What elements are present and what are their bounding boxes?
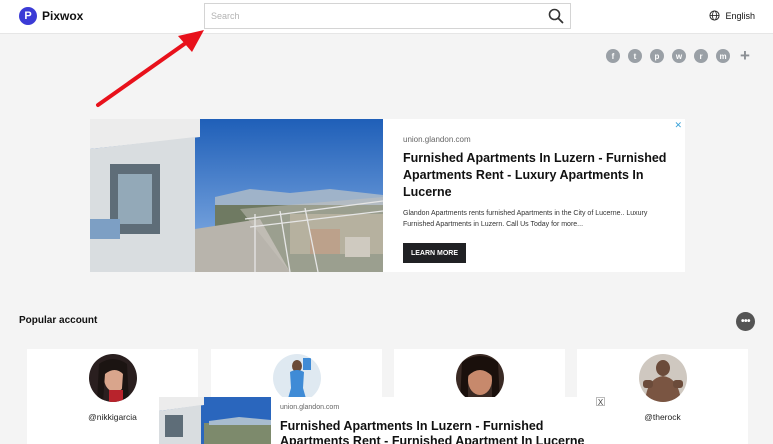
plus-icon[interactable]: + bbox=[734, 46, 756, 65]
facebook-icon[interactable]: f bbox=[602, 48, 624, 64]
bottom-ad-banner[interactable]: union.glandon.com Furnished Apartments I… bbox=[159, 397, 605, 444]
whatsapp-icon[interactable]: w bbox=[668, 48, 690, 64]
section-title: Popular account bbox=[19, 315, 98, 326]
logo-mark: P bbox=[19, 7, 37, 25]
avatar[interactable] bbox=[89, 354, 137, 402]
app-name: Pixwox bbox=[42, 9, 84, 23]
search-input[interactable] bbox=[205, 4, 535, 28]
search-icon[interactable] bbox=[548, 8, 564, 24]
logo[interactable]: P Pixwox bbox=[19, 7, 83, 25]
learn-more-button[interactable]: LEARN MORE bbox=[403, 243, 466, 263]
globe-icon bbox=[709, 10, 721, 21]
avatar[interactable] bbox=[456, 354, 504, 402]
ad-description: Glandon Apartments rents furnished Apart… bbox=[403, 210, 648, 228]
pinterest-icon[interactable]: p bbox=[646, 48, 668, 64]
avatar[interactable] bbox=[639, 354, 687, 402]
top-bar: P Pixwox English bbox=[0, 0, 773, 34]
ad-domain: union.glandon.com bbox=[280, 404, 340, 411]
ad-title[interactable]: Furnished Apartments In Luzern - Furnish… bbox=[403, 150, 671, 201]
language-label: English bbox=[725, 10, 755, 21]
language-selector[interactable]: English bbox=[709, 10, 755, 21]
ad-image[interactable] bbox=[90, 119, 383, 272]
ad-banner[interactable]: union.glandon.com Furnished Apartments I… bbox=[90, 119, 685, 272]
messenger-icon[interactable]: m bbox=[712, 48, 734, 64]
search-box bbox=[204, 3, 571, 29]
share-bar: f t p w r m + bbox=[602, 46, 756, 65]
twitter-icon[interactable]: t bbox=[624, 48, 646, 64]
close-icon[interactable]: X bbox=[596, 397, 605, 407]
ad-choices-icon[interactable]: ✕ bbox=[674, 120, 682, 131]
ad-image[interactable] bbox=[159, 397, 271, 444]
more-options-button[interactable]: ••• bbox=[736, 312, 755, 331]
ad-title[interactable]: Furnished Apartments In Luzern - Furnish… bbox=[280, 419, 598, 444]
reddit-icon[interactable]: r bbox=[690, 48, 712, 64]
ad-domain: union.glandon.com bbox=[403, 135, 471, 144]
avatar[interactable] bbox=[273, 354, 321, 402]
